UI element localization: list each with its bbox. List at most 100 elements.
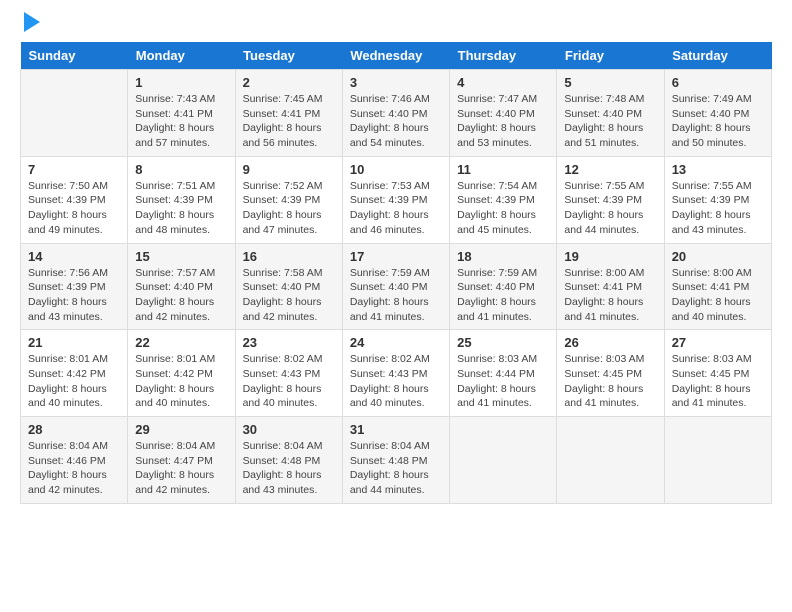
calendar-cell: 3 Sunrise: 7:46 AM Sunset: 4:40 PM Daylig…	[342, 70, 449, 157]
day-info: Sunrise: 7:58 AM Sunset: 4:40 PM Dayligh…	[243, 266, 335, 325]
calendar-week-2: 7 Sunrise: 7:50 AM Sunset: 4:39 PM Daylig…	[21, 156, 772, 243]
day-number: 9	[243, 162, 335, 177]
calendar-cell: 19Sunrise: 8:00 AM Sunset: 4:41 PM Dayli…	[557, 243, 664, 330]
calendar-cell	[664, 417, 771, 504]
header-cell-tuesday: Tuesday	[235, 42, 342, 70]
calendar-cell: 26Sunrise: 8:03 AM Sunset: 4:45 PM Dayli…	[557, 330, 664, 417]
calendar-cell: 1 Sunrise: 7:43 AM Sunset: 4:41 PM Daylig…	[128, 70, 235, 157]
day-number: 26	[564, 335, 656, 350]
day-number: 23	[243, 335, 335, 350]
calendar-cell: 16Sunrise: 7:58 AM Sunset: 4:40 PM Dayli…	[235, 243, 342, 330]
day-number: 31	[350, 422, 442, 437]
calendar-cell: 12 Sunrise: 7:55 AM Sunset: 4:39 PM Dayli…	[557, 156, 664, 243]
day-info: Sunrise: 7:50 AM Sunset: 4:39 PM Dayligh…	[28, 179, 120, 238]
calendar-table: SundayMondayTuesdayWednesdayThursdayFrid…	[20, 42, 772, 504]
day-number: 4	[457, 75, 549, 90]
calendar-cell: 11 Sunrise: 7:54 AM Sunset: 4:39 PM Dayli…	[450, 156, 557, 243]
header-cell-monday: Monday	[128, 42, 235, 70]
header-cell-sunday: Sunday	[21, 42, 128, 70]
day-number: 13	[672, 162, 764, 177]
calendar-cell: 31 Sunrise: 8:04 AM Sunset: 4:48 PM Dayli…	[342, 417, 449, 504]
calendar-cell: 22 Sunrise: 8:01 AM Sunset: 4:42 PM Dayli…	[128, 330, 235, 417]
calendar-week-1: 1 Sunrise: 7:43 AM Sunset: 4:41 PM Daylig…	[21, 70, 772, 157]
calendar-cell: 28 Sunrise: 8:04 AM Sunset: 4:46 PM Dayli…	[21, 417, 128, 504]
day-number: 12	[564, 162, 656, 177]
day-info: Sunrise: 7:57 AM Sunset: 4:40 PM Dayligh…	[135, 266, 227, 325]
calendar-cell: 9 Sunrise: 7:52 AM Sunset: 4:39 PM Daylig…	[235, 156, 342, 243]
day-number: 30	[243, 422, 335, 437]
day-number: 11	[457, 162, 549, 177]
calendar-cell: 23 Sunrise: 8:02 AM Sunset: 4:43 PM Dayli…	[235, 330, 342, 417]
day-number: 15	[135, 249, 227, 264]
day-info: Sunrise: 8:01 AM Sunset: 4:42 PM Dayligh…	[28, 352, 120, 411]
calendar-cell: 30Sunrise: 8:04 AM Sunset: 4:48 PM Dayli…	[235, 417, 342, 504]
day-info: Sunrise: 8:03 AM Sunset: 4:44 PM Dayligh…	[457, 352, 549, 411]
day-info: Sunrise: 7:59 AM Sunset: 4:40 PM Dayligh…	[457, 266, 549, 325]
calendar-week-5: 28 Sunrise: 8:04 AM Sunset: 4:46 PM Dayli…	[21, 417, 772, 504]
day-number: 6	[672, 75, 764, 90]
day-info: Sunrise: 7:51 AM Sunset: 4:39 PM Dayligh…	[135, 179, 227, 238]
day-number: 28	[28, 422, 120, 437]
day-info: Sunrise: 8:01 AM Sunset: 4:42 PM Dayligh…	[135, 352, 227, 411]
day-info: Sunrise: 7:55 AM Sunset: 4:39 PM Dayligh…	[672, 179, 764, 238]
day-number: 5	[564, 75, 656, 90]
day-number: 21	[28, 335, 120, 350]
day-info: Sunrise: 7:48 AM Sunset: 4:40 PM Dayligh…	[564, 92, 656, 151]
logo-arrow-icon	[24, 12, 40, 32]
day-number: 20	[672, 249, 764, 264]
calendar-week-3: 14Sunrise: 7:56 AM Sunset: 4:39 PM Dayli…	[21, 243, 772, 330]
day-info: Sunrise: 8:04 AM Sunset: 4:46 PM Dayligh…	[28, 439, 120, 498]
day-number: 18	[457, 249, 549, 264]
calendar-cell: 5 Sunrise: 7:48 AM Sunset: 4:40 PM Daylig…	[557, 70, 664, 157]
calendar-cell	[21, 70, 128, 157]
calendar-cell	[450, 417, 557, 504]
calendar-cell: 27 Sunrise: 8:03 AM Sunset: 4:45 PM Dayli…	[664, 330, 771, 417]
day-info: Sunrise: 7:45 AM Sunset: 4:41 PM Dayligh…	[243, 92, 335, 151]
day-number: 8	[135, 162, 227, 177]
day-number: 29	[135, 422, 227, 437]
day-info: Sunrise: 7:55 AM Sunset: 4:39 PM Dayligh…	[564, 179, 656, 238]
header-cell-friday: Friday	[557, 42, 664, 70]
calendar-cell: 6 Sunrise: 7:49 AM Sunset: 4:40 PM Daylig…	[664, 70, 771, 157]
calendar-cell: 20Sunrise: 8:00 AM Sunset: 4:41 PM Dayli…	[664, 243, 771, 330]
calendar-cell: 17Sunrise: 7:59 AM Sunset: 4:40 PM Dayli…	[342, 243, 449, 330]
day-number: 3	[350, 75, 442, 90]
calendar-cell: 4 Sunrise: 7:47 AM Sunset: 4:40 PM Daylig…	[450, 70, 557, 157]
calendar-cell: 15 Sunrise: 7:57 AM Sunset: 4:40 PM Dayli…	[128, 243, 235, 330]
header-cell-saturday: Saturday	[664, 42, 771, 70]
logo	[20, 16, 40, 32]
calendar-cell: 14Sunrise: 7:56 AM Sunset: 4:39 PM Dayli…	[21, 243, 128, 330]
calendar-cell: 18 Sunrise: 7:59 AM Sunset: 4:40 PM Dayli…	[450, 243, 557, 330]
calendar-header-row: SundayMondayTuesdayWednesdayThursdayFrid…	[21, 42, 772, 70]
day-number: 27	[672, 335, 764, 350]
day-number: 1	[135, 75, 227, 90]
day-info: Sunrise: 7:47 AM Sunset: 4:40 PM Dayligh…	[457, 92, 549, 151]
calendar-cell	[557, 417, 664, 504]
main-container: SundayMondayTuesdayWednesdayThursdayFrid…	[0, 0, 792, 514]
day-number: 7	[28, 162, 120, 177]
day-info: Sunrise: 8:02 AM Sunset: 4:43 PM Dayligh…	[243, 352, 335, 411]
calendar-cell: 29 Sunrise: 8:04 AM Sunset: 4:47 PM Dayli…	[128, 417, 235, 504]
day-info: Sunrise: 7:49 AM Sunset: 4:40 PM Dayligh…	[672, 92, 764, 151]
day-number: 2	[243, 75, 335, 90]
header-cell-thursday: Thursday	[450, 42, 557, 70]
day-number: 10	[350, 162, 442, 177]
day-info: Sunrise: 8:03 AM Sunset: 4:45 PM Dayligh…	[672, 352, 764, 411]
day-info: Sunrise: 8:04 AM Sunset: 4:47 PM Dayligh…	[135, 439, 227, 498]
day-info: Sunrise: 8:00 AM Sunset: 4:41 PM Dayligh…	[564, 266, 656, 325]
day-number: 24	[350, 335, 442, 350]
calendar-week-4: 21 Sunrise: 8:01 AM Sunset: 4:42 PM Dayli…	[21, 330, 772, 417]
calendar-cell: 13 Sunrise: 7:55 AM Sunset: 4:39 PM Dayli…	[664, 156, 771, 243]
calendar-cell: 24Sunrise: 8:02 AM Sunset: 4:43 PM Dayli…	[342, 330, 449, 417]
day-info: Sunrise: 7:54 AM Sunset: 4:39 PM Dayligh…	[457, 179, 549, 238]
day-info: Sunrise: 7:43 AM Sunset: 4:41 PM Dayligh…	[135, 92, 227, 151]
calendar-cell: 25Sunrise: 8:03 AM Sunset: 4:44 PM Dayli…	[450, 330, 557, 417]
day-info: Sunrise: 7:46 AM Sunset: 4:40 PM Dayligh…	[350, 92, 442, 151]
day-number: 17	[350, 249, 442, 264]
day-info: Sunrise: 8:04 AM Sunset: 4:48 PM Dayligh…	[350, 439, 442, 498]
day-number: 22	[135, 335, 227, 350]
header-cell-wednesday: Wednesday	[342, 42, 449, 70]
day-info: Sunrise: 7:56 AM Sunset: 4:39 PM Dayligh…	[28, 266, 120, 325]
day-info: Sunrise: 7:52 AM Sunset: 4:39 PM Dayligh…	[243, 179, 335, 238]
calendar-cell: 8 Sunrise: 7:51 AM Sunset: 4:39 PM Daylig…	[128, 156, 235, 243]
